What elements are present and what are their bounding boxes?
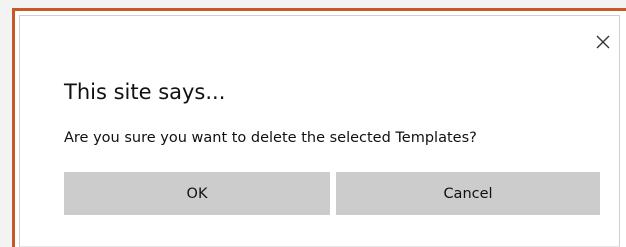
close-button[interactable] <box>593 32 613 52</box>
browser-window-frame: This site says... Are you sure you want … <box>12 8 626 247</box>
alert-dialog: This site says... Are you sure you want … <box>19 15 620 247</box>
cancel-button[interactable]: Cancel <box>336 172 600 215</box>
dialog-title: This site says... <box>64 80 226 104</box>
dialog-message: Are you sure you want to delete the sele… <box>64 130 477 146</box>
ok-button[interactable]: OK <box>64 172 330 215</box>
close-icon <box>596 35 610 49</box>
